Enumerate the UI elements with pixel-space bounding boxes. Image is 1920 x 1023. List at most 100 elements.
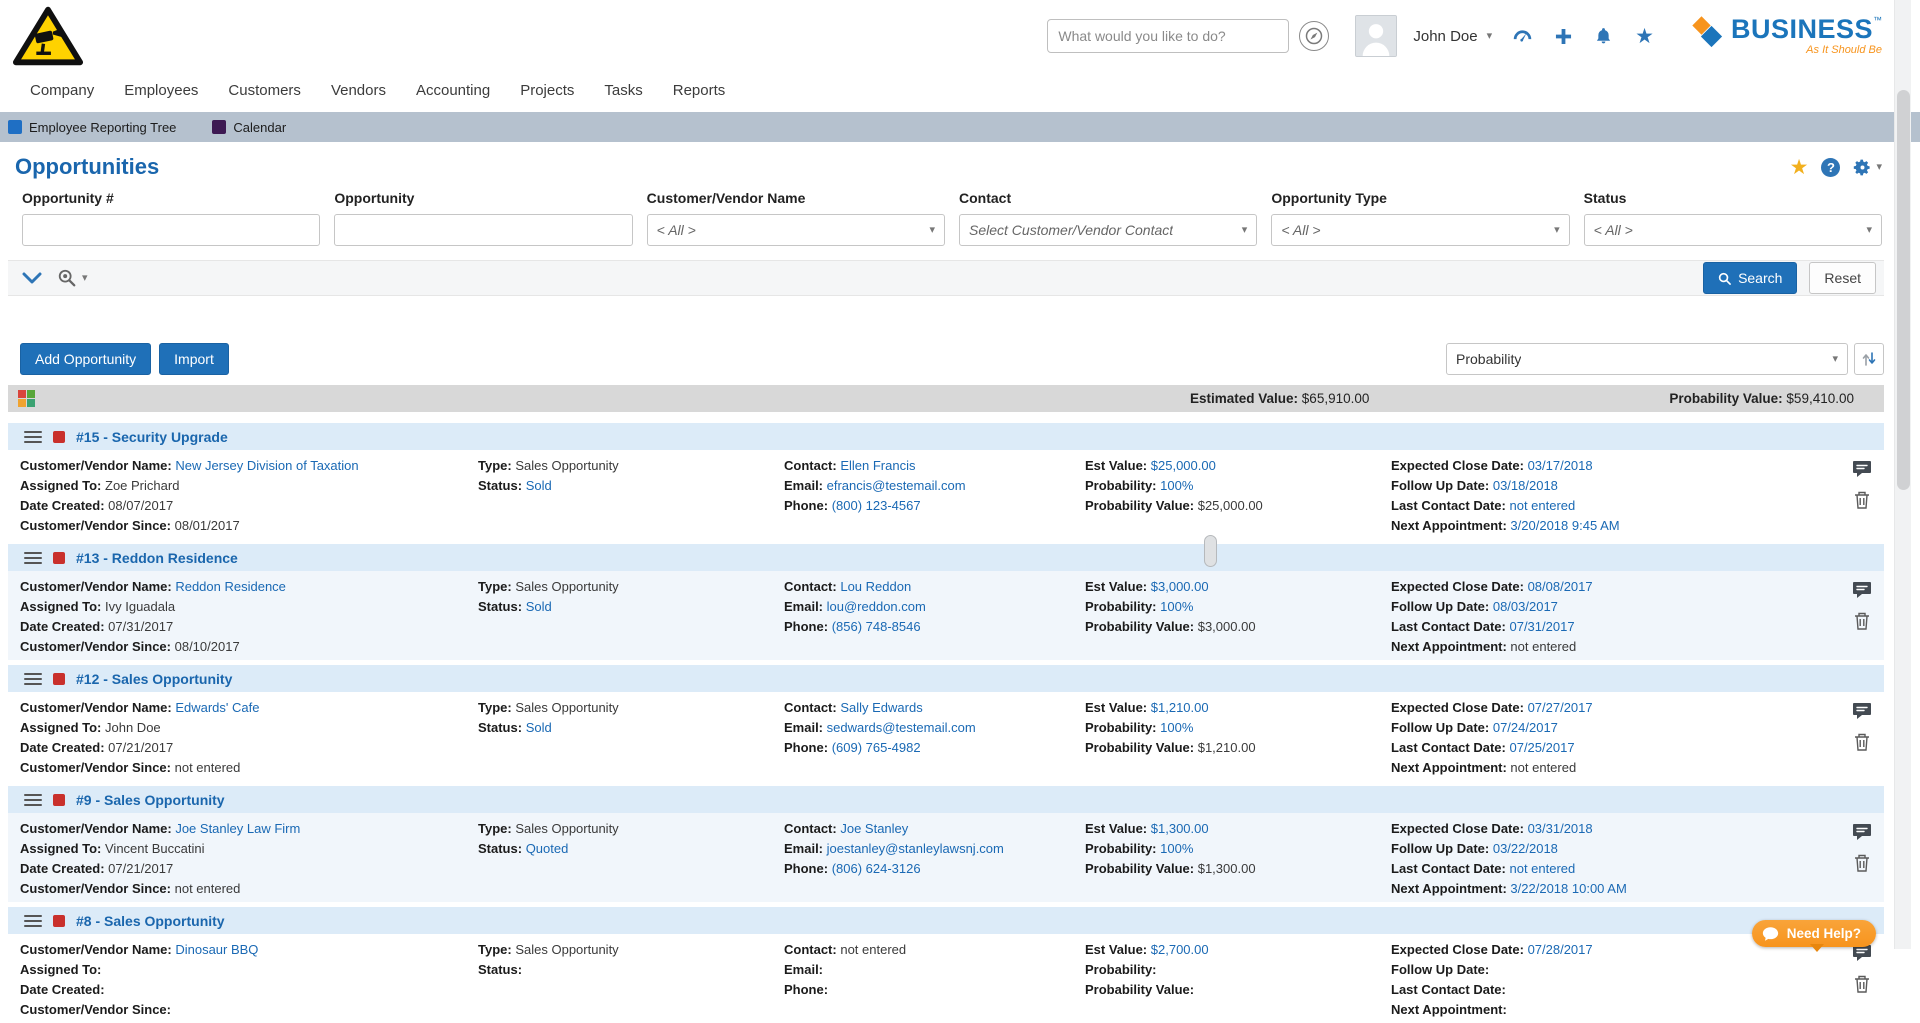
last-contact-date-link[interactable]: not entered [1509, 498, 1575, 513]
global-search-input[interactable] [1047, 19, 1290, 53]
probability-link[interactable]: 100% [1160, 720, 1193, 735]
notifications-bell-icon[interactable] [1594, 26, 1613, 46]
opportunity-input[interactable] [334, 214, 633, 246]
search-go-button[interactable] [1299, 21, 1330, 51]
sort-direction-button[interactable] [1854, 343, 1884, 375]
brand-logo[interactable]: BUSINESS™ As It Should Be [1690, 16, 1882, 56]
row-menu-hamburger-icon[interactable] [24, 551, 42, 565]
dashboard-gauge-icon[interactable] [1512, 26, 1533, 47]
follow-up-date-link[interactable]: 07/24/2017 [1493, 720, 1558, 735]
follow-up-date-link[interactable]: 03/18/2018 [1493, 478, 1558, 493]
row-menu-hamburger-icon[interactable] [24, 914, 42, 928]
view-toggle-grid-icon[interactable] [18, 390, 35, 407]
contact-select[interactable]: Select Customer/Vendor Contact ▾ [959, 214, 1258, 246]
next-appointment-link[interactable]: 3/20/2018 9:45 AM [1510, 518, 1619, 533]
next-appointment-link[interactable]: 3/22/2018 10:00 AM [1510, 881, 1626, 896]
add-opportunity-button[interactable]: Add Opportunity [20, 343, 152, 375]
est-value-link[interactable]: $2,700.00 [1151, 942, 1209, 957]
follow-up-date-link[interactable]: 08/03/2017 [1493, 599, 1558, 614]
favorite-page-star-icon[interactable]: ★ [1790, 157, 1809, 178]
contact-link[interactable]: Lou Reddon [840, 579, 911, 594]
contact-link[interactable]: Joe Stanley [840, 821, 908, 836]
next-appointment-link[interactable]: not entered [1510, 639, 1576, 654]
opportunity-title-link[interactable]: #13 - Reddon Residence [76, 550, 238, 566]
phone-link[interactable]: (856) 748-8546 [832, 619, 921, 634]
need-help-button[interactable]: Need Help? [1751, 920, 1876, 952]
reset-button[interactable]: Reset [1809, 262, 1876, 294]
expected-close-date-link[interactable]: 07/28/2017 [1528, 942, 1593, 957]
customer-vendor-name-link[interactable]: Edwards' Cafe [175, 700, 259, 715]
last-contact-date-link[interactable]: 07/31/2017 [1509, 619, 1574, 634]
customer-vendor-name-select[interactable]: < All > ▾ [646, 214, 945, 246]
search-button[interactable]: Search [1703, 262, 1798, 294]
opportunity-row-header[interactable]: #8 - Sales Opportunity [8, 907, 1884, 934]
contact-link[interactable]: Ellen Francis [840, 458, 915, 473]
help-icon[interactable]: ? [1821, 157, 1841, 177]
opportunity-number-input[interactable] [22, 214, 321, 246]
follow-up-date-link[interactable]: 03/22/2018 [1493, 841, 1558, 856]
delete-trash-icon[interactable] [1854, 975, 1870, 993]
nav-company[interactable]: Company [30, 82, 94, 99]
comments-icon[interactable] [1852, 581, 1872, 599]
delete-trash-icon[interactable] [1854, 491, 1870, 509]
opportunity-title-link[interactable]: #12 - Sales Opportunity [76, 671, 232, 687]
probability-link[interactable]: 100% [1160, 478, 1193, 493]
nav-projects[interactable]: Projects [520, 82, 574, 99]
nav-accounting[interactable]: Accounting [416, 82, 490, 99]
delete-trash-icon[interactable] [1854, 612, 1870, 630]
status-link[interactable]: Quoted [526, 841, 569, 856]
expand-filters-chevron-icon[interactable] [22, 272, 42, 285]
opportunity-row-header[interactable]: #15 - Security Upgrade [8, 423, 1884, 450]
import-button[interactable]: Import [159, 343, 229, 375]
advanced-search-menu[interactable]: ▾ [56, 268, 88, 288]
add-new-icon[interactable] [1555, 28, 1572, 45]
row-menu-hamburger-icon[interactable] [24, 793, 42, 807]
customer-vendor-name-link[interactable]: Reddon Residence [175, 579, 286, 594]
delete-trash-icon[interactable] [1854, 854, 1870, 872]
probability-link[interactable]: 100% [1160, 599, 1193, 614]
est-value-link[interactable]: $1,210.00 [1151, 700, 1209, 715]
row-menu-hamburger-icon[interactable] [24, 672, 42, 686]
contact-link[interactable]: not entered [840, 942, 906, 957]
expected-close-date-link[interactable]: 08/08/2017 [1528, 579, 1593, 594]
customer-vendor-name-link[interactable]: New Jersey Division of Taxation [175, 458, 358, 473]
email-link[interactable]: joestanley@stanleylawsnj.com [827, 841, 1004, 856]
nav-tasks[interactable]: Tasks [604, 82, 642, 99]
phone-link[interactable]: (806) 624-3126 [832, 861, 921, 876]
row-menu-hamburger-icon[interactable] [24, 430, 42, 444]
probability-link[interactable]: 100% [1160, 841, 1193, 856]
favorites-star-icon[interactable]: ★ [1635, 26, 1654, 47]
expected-close-date-link[interactable]: 03/31/2018 [1528, 821, 1593, 836]
expected-close-date-link[interactable]: 07/27/2017 [1528, 700, 1593, 715]
last-contact-date-link[interactable]: 07/25/2017 [1509, 740, 1574, 755]
email-link[interactable]: lou@reddon.com [827, 599, 926, 614]
customer-vendor-name-link[interactable]: Joe Stanley Law Firm [175, 821, 300, 836]
status-link[interactable]: Sold [526, 720, 552, 735]
comments-icon[interactable] [1852, 823, 1872, 841]
delete-trash-icon[interactable] [1854, 733, 1870, 751]
comments-icon[interactable] [1852, 702, 1872, 720]
next-appointment-link[interactable]: not entered [1510, 760, 1576, 775]
customer-vendor-name-link[interactable]: Dinosaur BBQ [175, 942, 258, 957]
status-select[interactable]: < All > ▾ [1583, 214, 1882, 246]
nav-customers[interactable]: Customers [228, 82, 301, 99]
nav-employees[interactable]: Employees [124, 82, 198, 99]
opportunity-row-header[interactable]: #13 - Reddon Residence [8, 544, 1884, 571]
opportunity-title-link[interactable]: #8 - Sales Opportunity [76, 913, 225, 929]
contact-link[interactable]: Sally Edwards [840, 700, 922, 715]
sort-by-select[interactable]: Probability ▾ [1446, 343, 1848, 375]
company-logo[interactable] [12, 5, 84, 67]
est-value-link[interactable]: $1,300.00 [1151, 821, 1209, 836]
email-link[interactable]: sedwards@testemail.com [827, 720, 976, 735]
phone-link[interactable]: (800) 123-4567 [832, 498, 921, 513]
quicklink-employee-reporting-tree[interactable]: Employee Reporting Tree [8, 120, 176, 135]
email-link[interactable]: efrancis@testemail.com [827, 478, 966, 493]
comments-icon[interactable] [1852, 460, 1872, 478]
opportunity-title-link[interactable]: #15 - Security Upgrade [76, 429, 228, 445]
nav-reports[interactable]: Reports [673, 82, 726, 99]
status-link[interactable]: Sold [526, 478, 552, 493]
opportunity-title-link[interactable]: #9 - Sales Opportunity [76, 792, 225, 808]
phone-link[interactable]: (609) 765-4982 [832, 740, 921, 755]
nav-vendors[interactable]: Vendors [331, 82, 386, 99]
page-scrollbar-track[interactable] [1894, 0, 1911, 949]
